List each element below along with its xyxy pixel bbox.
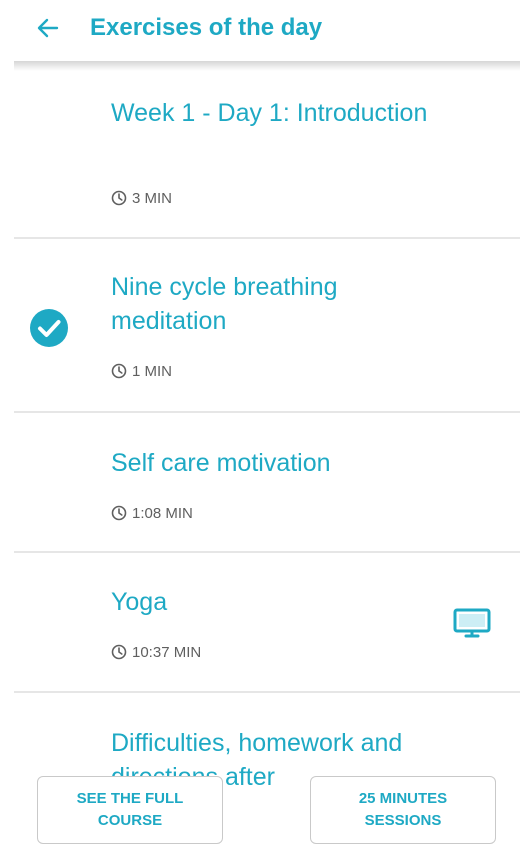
exercise-title: Nine cycle breathing meditation bbox=[111, 273, 338, 335]
clock-icon bbox=[111, 363, 127, 379]
clock-icon bbox=[111, 644, 127, 660]
clock-icon bbox=[111, 505, 127, 521]
duration-text: 10:37 MIN bbox=[132, 643, 202, 661]
clock-icon bbox=[111, 190, 127, 206]
exercise-duration: 3 MIN bbox=[111, 188, 172, 208]
exercise-duration: 10:37 MIN bbox=[111, 642, 201, 662]
duration-text: 1 MIN bbox=[132, 362, 173, 380]
exercise-item-yoga[interactable]: Yoga 10:37 MIN bbox=[0, 553, 520, 691]
exercise-duration: 1:08 MIN bbox=[111, 503, 193, 523]
duration-text: 3 MIN bbox=[132, 189, 173, 207]
exercise-duration: 1 MIN bbox=[111, 361, 172, 381]
app-bar: Exercises of the day bbox=[0, 0, 520, 62]
back-button[interactable] bbox=[30, 12, 66, 44]
exercise-list[interactable]: Week 1 - Day 1: Introduction 3 MIN Nine … bbox=[0, 70, 520, 843]
check-circle-icon bbox=[30, 309, 68, 347]
exercise-item-self-care[interactable]: Self care motivation 1:08 MIN bbox=[0, 413, 520, 551]
see-full-course-button[interactable]: SEE THE FULL COURSE bbox=[37, 776, 223, 844]
arrow-left-icon bbox=[37, 18, 59, 38]
exercise-title: Self care motivation bbox=[111, 449, 331, 477]
exercise-title: Yoga bbox=[111, 588, 168, 616]
page-title: Exercises of the day bbox=[90, 14, 323, 41]
video-monitor-icon[interactable] bbox=[452, 607, 492, 639]
app-bar-shadow bbox=[14, 61, 520, 71]
exercise-title: Week 1 - Day 1: Introduction bbox=[111, 99, 428, 127]
duration-text: 1:08 MIN bbox=[132, 504, 193, 522]
minutes-sessions-button[interactable]: 25 MINUTES SESSIONS bbox=[310, 776, 496, 844]
exercise-item-breathing[interactable]: Nine cycle breathing meditation 1 MIN bbox=[0, 239, 520, 411]
exercise-item-introduction[interactable]: Week 1 - Day 1: Introduction 3 MIN bbox=[0, 70, 520, 238]
